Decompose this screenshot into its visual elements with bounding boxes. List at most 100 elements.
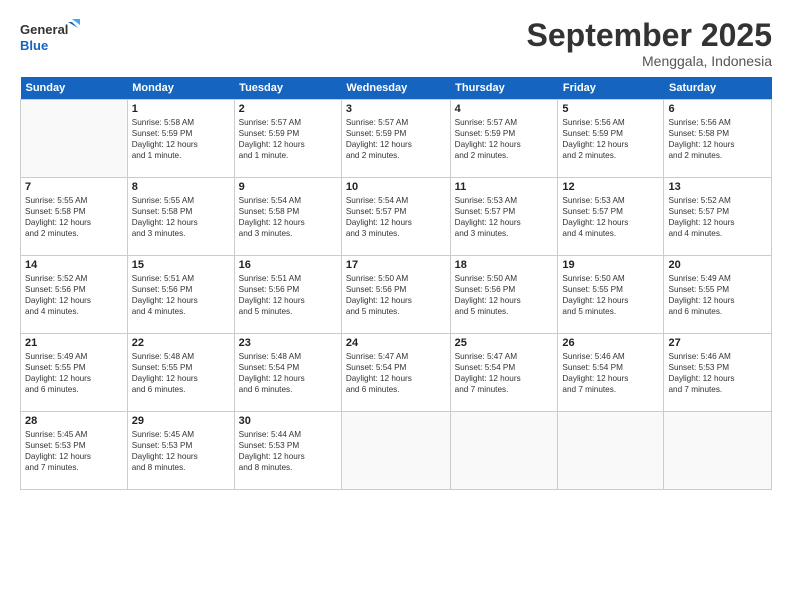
day-cell-w4-d3: 24 Sunrise: 5:47 AMSunset: 5:54 PMDayligh… — [341, 334, 450, 412]
day-info: Sunrise: 5:53 AMSunset: 5:57 PMDaylight:… — [562, 195, 659, 239]
day-cell-w3-d3: 17 Sunrise: 5:50 AMSunset: 5:56 PMDayligh… — [341, 256, 450, 334]
day-number: 18 — [455, 259, 554, 271]
day-info: Sunrise: 5:48 AMSunset: 5:54 PMDaylight:… — [239, 351, 337, 395]
header-thursday: Thursday — [450, 77, 558, 100]
calendar-body: 1Sunrise: 5:58 AMSunset: 5:59 PMDaylight… — [21, 100, 772, 490]
day-number: 30 — [239, 415, 337, 427]
day-cell-w5-d3 — [341, 412, 450, 490]
week-row-4: 21 Sunrise: 5:49 AMSunset: 5:55 PMDayligh… — [21, 334, 772, 412]
day-number: 27 — [668, 337, 767, 349]
calendar-table: Sunday Monday Tuesday Wednesday Thursday… — [20, 77, 772, 490]
week-row-5: 28Sunrise: 5:45 AMSunset: 5:53 PMDayligh… — [21, 412, 772, 490]
day-info: Sunrise: 5:54 AMSunset: 5:58 PMDaylight:… — [239, 195, 337, 239]
day-cell-w4-d6: 27 Sunrise: 5:46 AMSunset: 5:53 PMDayligh… — [664, 334, 772, 412]
day-info: Sunrise: 5:56 AMSunset: 5:58 PMDaylight:… — [668, 117, 767, 161]
day-number: 24 — [346, 337, 446, 349]
day-cell-w3-d2: 16Sunrise: 5:51 AMSunset: 5:56 PMDayligh… — [234, 256, 341, 334]
day-number: 12 — [562, 181, 659, 193]
month-title: September 2025 — [527, 18, 772, 53]
day-cell-w2-d4: 11 Sunrise: 5:53 AMSunset: 5:57 PMDayligh… — [450, 178, 558, 256]
day-number: 13 — [668, 181, 767, 193]
day-cell-w2-d5: 12 Sunrise: 5:53 AMSunset: 5:57 PMDayligh… — [558, 178, 664, 256]
day-number: 17 — [346, 259, 446, 271]
day-number: 15 — [132, 259, 230, 271]
header-monday: Monday — [127, 77, 234, 100]
day-number: 20 — [668, 259, 767, 271]
day-number: 14 — [25, 259, 123, 271]
day-info: Sunrise: 5:53 AMSunset: 5:57 PMDaylight:… — [455, 195, 554, 239]
logo-svg: General Blue — [20, 18, 80, 56]
subtitle: Menggala, Indonesia — [527, 53, 772, 69]
day-number: 6 — [668, 103, 767, 115]
day-cell-w4-d0: 21 Sunrise: 5:49 AMSunset: 5:55 PMDayligh… — [21, 334, 128, 412]
day-info: Sunrise: 5:50 AMSunset: 5:55 PMDaylight:… — [562, 273, 659, 317]
day-info: Sunrise: 5:57 AMSunset: 5:59 PMDaylight:… — [239, 117, 337, 161]
day-cell-w5-d5 — [558, 412, 664, 490]
day-number: 19 — [562, 259, 659, 271]
day-number: 16 — [239, 259, 337, 271]
day-cell-w2-d6: 13Sunrise: 5:52 AMSunset: 5:57 PMDayligh… — [664, 178, 772, 256]
day-cell-w1-d3: 3 Sunrise: 5:57 AMSunset: 5:59 PMDaylight… — [341, 100, 450, 178]
day-cell-w1-d1: 1Sunrise: 5:58 AMSunset: 5:59 PMDaylight… — [127, 100, 234, 178]
day-info: Sunrise: 5:47 AMSunset: 5:54 PMDaylight:… — [455, 351, 554, 395]
week-row-3: 14Sunrise: 5:52 AMSunset: 5:56 PMDayligh… — [21, 256, 772, 334]
day-info: Sunrise: 5:51 AMSunset: 5:56 PMDaylight:… — [132, 273, 230, 317]
day-number: 3 — [346, 103, 446, 115]
day-cell-w3-d1: 15 Sunrise: 5:51 AMSunset: 5:56 PMDayligh… — [127, 256, 234, 334]
day-cell-w3-d6: 20 Sunrise: 5:49 AMSunset: 5:55 PMDayligh… — [664, 256, 772, 334]
svg-text:Blue: Blue — [20, 38, 48, 53]
day-info: Sunrise: 5:57 AMSunset: 5:59 PMDaylight:… — [455, 117, 554, 161]
day-number: 5 — [562, 103, 659, 115]
day-info: Sunrise: 5:54 AMSunset: 5:57 PMDaylight:… — [346, 195, 446, 239]
day-info: Sunrise: 5:50 AMSunset: 5:56 PMDaylight:… — [455, 273, 554, 317]
day-info: Sunrise: 5:50 AMSunset: 5:56 PMDaylight:… — [346, 273, 446, 317]
day-cell-w1-d4: 4Sunrise: 5:57 AMSunset: 5:59 PMDaylight… — [450, 100, 558, 178]
day-cell-w4-d4: 25 Sunrise: 5:47 AMSunset: 5:54 PMDayligh… — [450, 334, 558, 412]
header: General Blue September 2025 Menggala, In… — [20, 18, 772, 69]
week-row-1: 1Sunrise: 5:58 AMSunset: 5:59 PMDaylight… — [21, 100, 772, 178]
svg-text:General: General — [20, 22, 68, 37]
header-friday: Friday — [558, 77, 664, 100]
day-info: Sunrise: 5:44 AMSunset: 5:53 PMDaylight:… — [239, 429, 337, 473]
day-number: 8 — [132, 181, 230, 193]
day-cell-w5-d0: 28Sunrise: 5:45 AMSunset: 5:53 PMDayligh… — [21, 412, 128, 490]
day-info: Sunrise: 5:49 AMSunset: 5:55 PMDaylight:… — [668, 273, 767, 317]
day-number: 26 — [562, 337, 659, 349]
day-number: 25 — [455, 337, 554, 349]
calendar-page: General Blue September 2025 Menggala, In… — [0, 0, 792, 612]
day-cell-w3-d0: 14Sunrise: 5:52 AMSunset: 5:56 PMDayligh… — [21, 256, 128, 334]
day-info: Sunrise: 5:48 AMSunset: 5:55 PMDaylight:… — [132, 351, 230, 395]
day-info: Sunrise: 5:46 AMSunset: 5:53 PMDaylight:… — [668, 351, 767, 395]
day-number: 11 — [455, 181, 554, 193]
day-cell-w1-d2: 2Sunrise: 5:57 AMSunset: 5:59 PMDaylight… — [234, 100, 341, 178]
day-info: Sunrise: 5:55 AMSunset: 5:58 PMDaylight:… — [25, 195, 123, 239]
day-info: Sunrise: 5:55 AMSunset: 5:58 PMDaylight:… — [132, 195, 230, 239]
day-number: 28 — [25, 415, 123, 427]
day-cell-w2-d3: 10 Sunrise: 5:54 AMSunset: 5:57 PMDayligh… — [341, 178, 450, 256]
day-cell-w3-d4: 18 Sunrise: 5:50 AMSunset: 5:56 PMDayligh… — [450, 256, 558, 334]
day-number: 9 — [239, 181, 337, 193]
day-cell-w3-d5: 19 Sunrise: 5:50 AMSunset: 5:55 PMDayligh… — [558, 256, 664, 334]
day-cell-w4-d1: 22 Sunrise: 5:48 AMSunset: 5:55 PMDayligh… — [127, 334, 234, 412]
day-cell-w2-d0: 7 Sunrise: 5:55 AMSunset: 5:58 PMDaylight… — [21, 178, 128, 256]
header-sunday: Sunday — [21, 77, 128, 100]
title-block: September 2025 Menggala, Indonesia — [527, 18, 772, 69]
day-number: 7 — [25, 181, 123, 193]
day-info: Sunrise: 5:47 AMSunset: 5:54 PMDaylight:… — [346, 351, 446, 395]
day-number: 22 — [132, 337, 230, 349]
day-info: Sunrise: 5:57 AMSunset: 5:59 PMDaylight:… — [346, 117, 446, 161]
day-number: 21 — [25, 337, 123, 349]
day-number: 10 — [346, 181, 446, 193]
day-cell-w5-d1: 29Sunrise: 5:45 AMSunset: 5:53 PMDayligh… — [127, 412, 234, 490]
day-cell-w2-d1: 8 Sunrise: 5:55 AMSunset: 5:58 PMDaylight… — [127, 178, 234, 256]
day-info: Sunrise: 5:56 AMSunset: 5:59 PMDaylight:… — [562, 117, 659, 161]
day-cell-w4-d5: 26 Sunrise: 5:46 AMSunset: 5:54 PMDayligh… — [558, 334, 664, 412]
day-info: Sunrise: 5:49 AMSunset: 5:55 PMDaylight:… — [25, 351, 123, 395]
day-info: Sunrise: 5:46 AMSunset: 5:54 PMDaylight:… — [562, 351, 659, 395]
day-number: 23 — [239, 337, 337, 349]
day-number: 1 — [132, 103, 230, 115]
day-number: 29 — [132, 415, 230, 427]
day-cell-w4-d2: 23 Sunrise: 5:48 AMSunset: 5:54 PMDayligh… — [234, 334, 341, 412]
header-wednesday: Wednesday — [341, 77, 450, 100]
day-cell-w1-d5: 5 Sunrise: 5:56 AMSunset: 5:59 PMDaylight… — [558, 100, 664, 178]
